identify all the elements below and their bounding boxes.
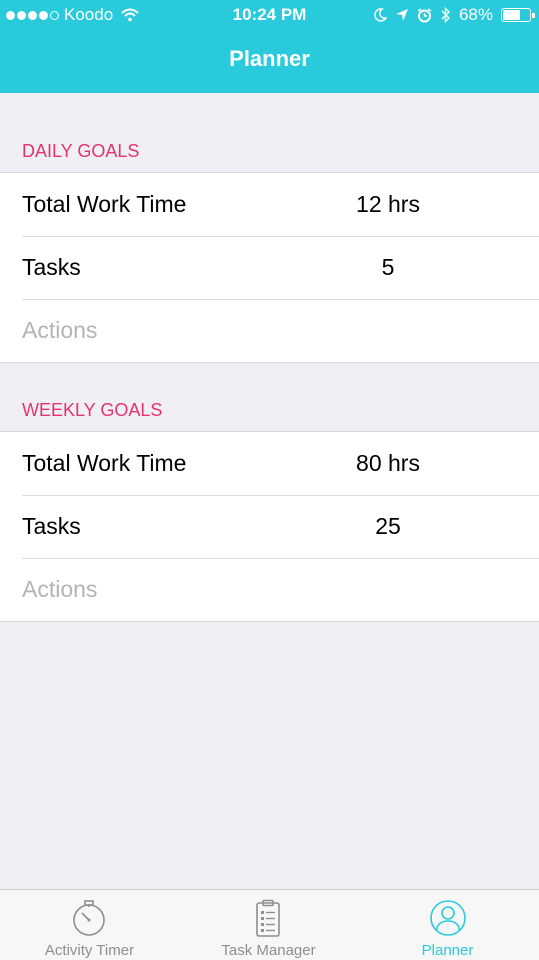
tab-label: Planner: [421, 942, 474, 959]
battery-icon: [501, 8, 535, 22]
page-title: Planner: [229, 46, 310, 71]
weekly-total-work-time-row[interactable]: Total Work Time 80 hrs: [0, 432, 539, 495]
daily-tasks-row[interactable]: Tasks 5: [0, 236, 539, 299]
planner-screen: Koodo 10:24 PM 68% Planner DAILY GOALS T…: [0, 0, 539, 960]
daily-actions-row[interactable]: Actions: [0, 299, 539, 362]
row-label: Total Work Time: [22, 191, 187, 217]
header-bar: Koodo 10:24 PM 68% Planner: [0, 0, 539, 93]
location-arrow-icon: [395, 9, 408, 21]
weekly-tasks-row[interactable]: Tasks 25: [0, 495, 539, 558]
alarm-clock-icon: [417, 7, 432, 22]
moon-icon: [374, 8, 387, 22]
weekly-actions-row[interactable]: Actions: [0, 558, 539, 621]
stopwatch-icon: [73, 900, 105, 936]
tab-planner[interactable]: Planner: [358, 890, 537, 960]
tab-bar: Activity Timer Task Manager Planner: [0, 889, 539, 960]
row-value: 5: [381, 254, 395, 280]
clipboard-icon: [256, 899, 280, 937]
bluetooth-icon: [441, 7, 450, 23]
row-label: Actions: [22, 317, 98, 343]
row-label: Tasks: [22, 513, 81, 539]
tab-label: Task Manager: [221, 942, 316, 959]
row-label: Total Work Time: [22, 450, 187, 476]
daily-goals-header: DAILY GOALS: [22, 141, 140, 161]
weekly-goals-group: Total Work Time 80 hrs Tasks 25 Actions: [0, 431, 539, 622]
battery-percent: 68%: [458, 5, 493, 24]
row-label: Tasks: [22, 254, 81, 280]
row-value: 12 hrs: [356, 191, 420, 217]
status-bar: Koodo 10:24 PM 68%: [0, 0, 539, 32]
daily-goals-group: Total Work Time 12 hrs Tasks 5 Actions: [0, 172, 539, 363]
row-label: Actions: [22, 576, 98, 602]
person-icon: [430, 900, 466, 936]
weekly-goals-header: WEEKLY GOALS: [22, 400, 163, 420]
tab-label: Activity Timer: [44, 942, 135, 959]
row-value: 80 hrs: [356, 450, 420, 476]
daily-total-work-time-row[interactable]: Total Work Time 12 hrs: [0, 173, 539, 236]
tab-activity-timer[interactable]: Activity Timer: [0, 890, 179, 960]
tab-task-manager[interactable]: Task Manager: [179, 890, 358, 960]
row-value: 25: [375, 513, 401, 539]
